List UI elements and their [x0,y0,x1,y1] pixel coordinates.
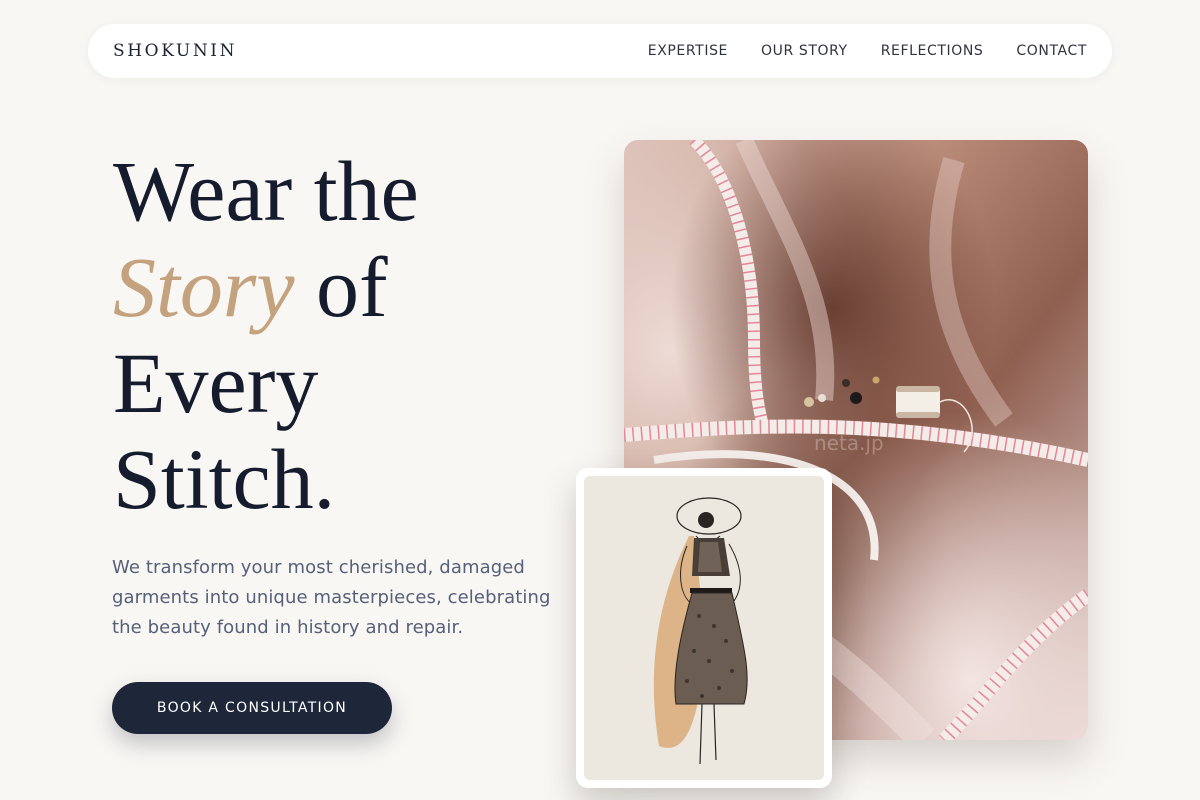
brand-logo[interactable]: SHOKUNIN [113,41,237,61]
nav-link-reflections[interactable]: REFLECTIONS [881,43,984,59]
hero-headline: Wear the Story of Every Stitch. [113,143,419,527]
headline-line-2-rest: of [294,239,388,335]
headline-line-3: Every [113,335,319,431]
headline-line-4: Stitch. [113,431,336,527]
fashion-sketch-card [576,468,832,788]
nav-link-expertise[interactable]: EXPERTISE [648,43,728,59]
watermark-text: neta.jp [814,431,884,455]
headline-accent-word: Story [113,239,295,335]
headline-line-2: Story of [113,239,419,335]
hero-description: We transform your most cherished, damage… [112,557,551,638]
nav-link-contact[interactable]: CONTACT [1016,43,1087,59]
fashion-sketch-image [584,476,824,780]
headline-line-1: Wear the [113,143,419,239]
nav-link-our-story[interactable]: OUR STORY [761,43,848,59]
book-consultation-button[interactable]: BOOK A CONSULTATION [112,682,392,734]
main-nav: EXPERTISE OUR STORY REFLECTIONS CONTACT [648,43,1087,59]
top-navbar: SHOKUNIN EXPERTISE OUR STORY REFLECTIONS… [88,24,1112,78]
